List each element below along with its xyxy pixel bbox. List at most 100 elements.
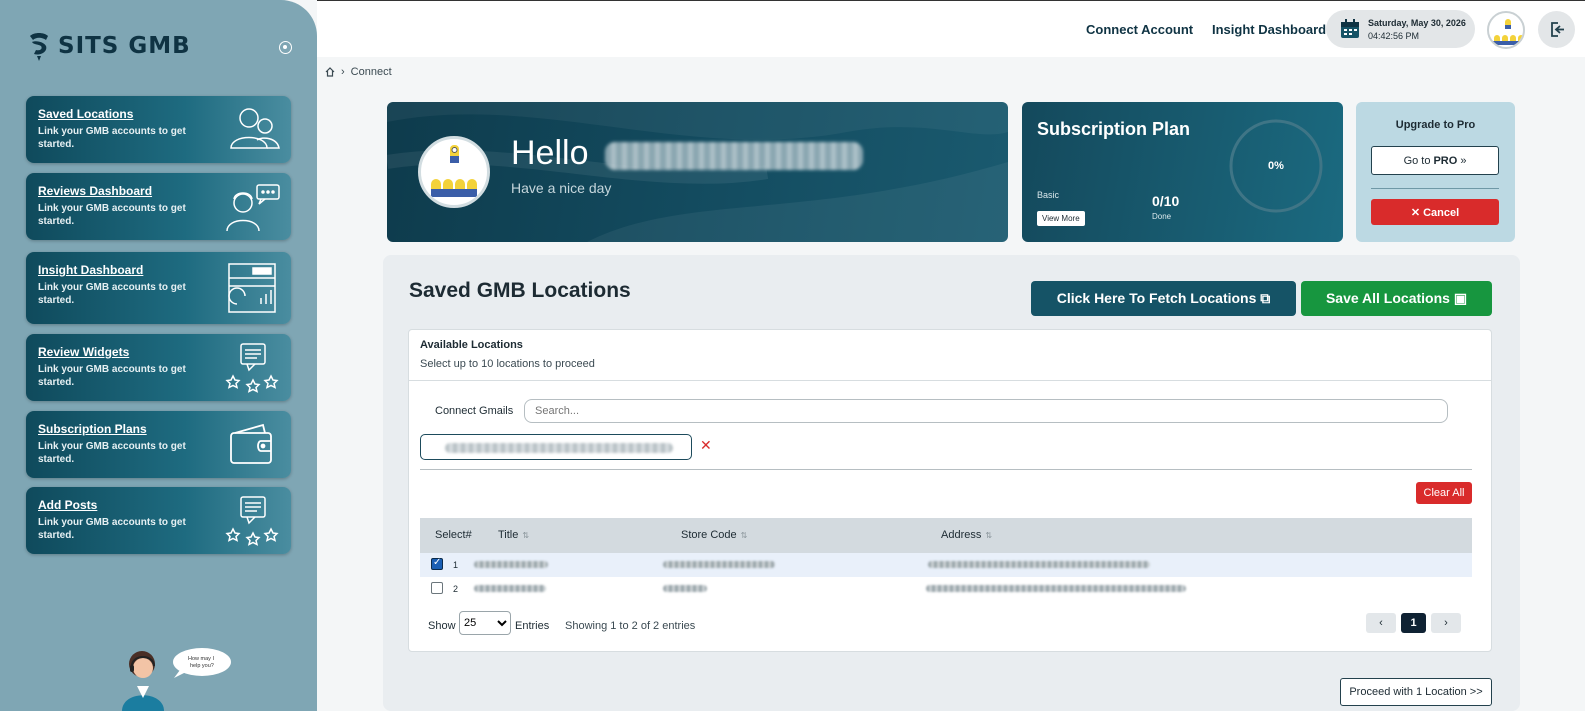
subscription-card: Subscription Plan Basic View More 0/10 D… bbox=[1022, 102, 1343, 242]
logout-button[interactable] bbox=[1538, 11, 1575, 48]
column-store-code[interactable]: Store Code ⇅ bbox=[681, 529, 747, 541]
wallet-icon bbox=[230, 423, 272, 464]
sidebar-item-subscription-plans[interactable]: Subscription Plans Link your GMB account… bbox=[26, 411, 291, 478]
go-to-label: Go to bbox=[1403, 154, 1431, 167]
greeting-text: Hello bbox=[511, 134, 589, 172]
sidebar-item-desc: Link your GMB accounts to get started. bbox=[38, 282, 186, 306]
divider bbox=[1371, 188, 1499, 189]
nav-connect-account[interactable]: Connect Account bbox=[1086, 22, 1193, 37]
current-page-button[interactable]: 1 bbox=[1401, 613, 1426, 633]
review-stars-icon bbox=[225, 343, 279, 393]
row-checkbox[interactable] bbox=[431, 582, 443, 594]
row-number: 1 bbox=[453, 560, 459, 570]
pro-label: PRO bbox=[1433, 154, 1458, 167]
upgrade-title: Upgrade to Pro bbox=[1395, 119, 1476, 131]
column-title-label: Title bbox=[498, 529, 519, 541]
sidebar: SITS GMB Saved Locations Link your GMB a… bbox=[0, 0, 317, 711]
sidebar-item-desc: Link your GMB accounts to get started. bbox=[38, 441, 186, 465]
column-title[interactable]: Title ⇅ bbox=[498, 529, 529, 541]
sidebar-item-add-posts[interactable]: Add Posts Link your GMB accounts to get … bbox=[26, 487, 291, 554]
post-stars-icon bbox=[225, 496, 279, 546]
double-chevron-right-icon: » bbox=[1460, 154, 1467, 167]
breadcrumb: › Connect bbox=[325, 66, 392, 78]
usage-percent: 0% bbox=[1268, 160, 1284, 172]
go-to-pro-button[interactable]: Go to PRO » bbox=[1371, 146, 1499, 175]
column-address[interactable]: Address ⇅ bbox=[941, 529, 992, 541]
sidebar-item-review-widgets[interactable]: Review Widgets Link your GMB accounts to… bbox=[26, 334, 291, 401]
support-assistant-illustration[interactable]: How may I help you? bbox=[110, 640, 240, 711]
sidebar-item-desc: Link your GMB accounts to get started. bbox=[38, 203, 186, 227]
external-link-icon: ⧉ bbox=[1260, 290, 1271, 306]
sort-icon: ⇅ bbox=[522, 531, 530, 540]
sidebar-item-desc: Link your GMB accounts to get started. bbox=[38, 364, 186, 388]
profile-avatar bbox=[418, 136, 490, 208]
column-address-label: Address bbox=[941, 529, 982, 541]
redacted-address bbox=[928, 561, 1150, 568]
sidebar-item-title[interactable]: Insight Dashboard bbox=[38, 263, 143, 277]
chat-user-icon bbox=[226, 184, 280, 232]
table-row[interactable]: 1 bbox=[420, 553, 1472, 577]
save-icon: ▣ bbox=[1453, 290, 1468, 306]
brand-logo[interactable]: SITS GMB bbox=[26, 30, 191, 62]
gmail-search-input[interactable] bbox=[524, 399, 1448, 423]
available-locations-title: Available Locations bbox=[420, 339, 523, 351]
clear-all-button[interactable]: Clear All bbox=[1416, 482, 1472, 504]
sidebar-item-title[interactable]: Add Posts bbox=[38, 498, 97, 512]
user-avatar[interactable] bbox=[1487, 11, 1525, 49]
upgrade-card: Upgrade to Pro Go to PRO » ✕ Cancel bbox=[1356, 102, 1515, 242]
usage-label: Done bbox=[1152, 212, 1172, 221]
sidebar-item-insight-dashboard[interactable]: Insight Dashboard Link your GMB accounts… bbox=[26, 252, 291, 324]
sidebar-item-desc: Link your GMB accounts to get started. bbox=[38, 126, 186, 150]
sidebar-item-title[interactable]: Subscription Plans bbox=[38, 422, 147, 436]
table-header: Select# Title ⇅ Store Code ⇅ Address ⇅ bbox=[420, 518, 1472, 553]
redacted-title bbox=[474, 561, 548, 568]
current-date: Saturday, May 30, 2026 bbox=[1368, 18, 1466, 28]
entries-per-page-select[interactable]: 25 bbox=[459, 611, 511, 635]
save-all-label: Save All Locations bbox=[1325, 290, 1450, 306]
sidebar-item-title[interactable]: Review Widgets bbox=[38, 345, 129, 359]
show-label: Show bbox=[428, 620, 456, 632]
sidebar-item-reviews-dashboard[interactable]: Reviews Dashboard Link your GMB accounts… bbox=[26, 173, 291, 240]
selected-gmail-chip[interactable] bbox=[420, 434, 692, 460]
entries-summary: Showing 1 to 2 of 2 entries bbox=[565, 620, 696, 632]
cancel-subscription-button[interactable]: ✕ Cancel bbox=[1371, 199, 1499, 225]
sidebar-item-title[interactable]: Reviews Dashboard bbox=[38, 184, 152, 198]
redacted-email bbox=[445, 443, 673, 453]
subscription-title: Subscription Plan bbox=[1037, 119, 1191, 139]
sidebar-item-title[interactable]: Saved Locations bbox=[38, 107, 133, 121]
view-more-button[interactable]: View More bbox=[1037, 211, 1085, 226]
table-row[interactable]: 2 bbox=[420, 577, 1472, 601]
prev-page-button[interactable]: ‹ bbox=[1366, 613, 1396, 633]
date-time-widget: Saturday, May 30, 2026 04:42:56 PM bbox=[1326, 10, 1475, 48]
row-checkbox[interactable] bbox=[431, 557, 443, 570]
row-number: 2 bbox=[453, 584, 459, 594]
assistant-bubble-text: How may I bbox=[188, 656, 214, 662]
home-icon[interactable] bbox=[325, 67, 335, 77]
fetch-locations-button[interactable]: Click Here To Fetch Locations ⧉ bbox=[1031, 281, 1296, 316]
sort-icon: ⇅ bbox=[740, 531, 748, 540]
redacted-title bbox=[474, 585, 546, 592]
users-icon bbox=[230, 108, 280, 149]
sidebar-pin-icon[interactable] bbox=[279, 41, 292, 54]
breadcrumb-separator-icon: › bbox=[341, 66, 345, 78]
greeting-subtext: Have a nice day bbox=[511, 180, 612, 196]
nav-insight-dashboard[interactable]: Insight Dashboard bbox=[1212, 22, 1326, 37]
welcome-banner: Hello Have a nice day bbox=[387, 102, 1008, 242]
remove-gmail-icon[interactable]: ✕ bbox=[700, 437, 712, 454]
redacted-address bbox=[926, 585, 1186, 592]
column-store-code-label: Store Code bbox=[681, 529, 737, 541]
redacted-store-code bbox=[663, 561, 775, 568]
entries-label: Entries bbox=[515, 620, 550, 632]
sidebar-item-saved-locations[interactable]: Saved Locations Link your GMB accounts t… bbox=[26, 96, 291, 163]
connect-gmails-label: Connect Gmails bbox=[435, 405, 514, 417]
breadcrumb-current: Connect bbox=[350, 66, 392, 78]
dashboard-icon bbox=[228, 263, 276, 313]
proceed-button[interactable]: Proceed with 1 Location >> bbox=[1340, 678, 1492, 706]
next-page-button[interactable]: › bbox=[1431, 613, 1461, 633]
sidebar-item-desc: Link your GMB accounts to get started. bbox=[38, 517, 186, 541]
current-time: 04:42:56 PM bbox=[1368, 31, 1420, 41]
divider bbox=[420, 469, 1472, 470]
save-all-locations-button[interactable]: Save All Locations ▣ bbox=[1301, 281, 1492, 316]
available-locations-subtitle: Select up to 10 locations to proceed bbox=[420, 358, 595, 370]
card-header: Available Locations Select up to 10 loca… bbox=[409, 330, 1491, 381]
